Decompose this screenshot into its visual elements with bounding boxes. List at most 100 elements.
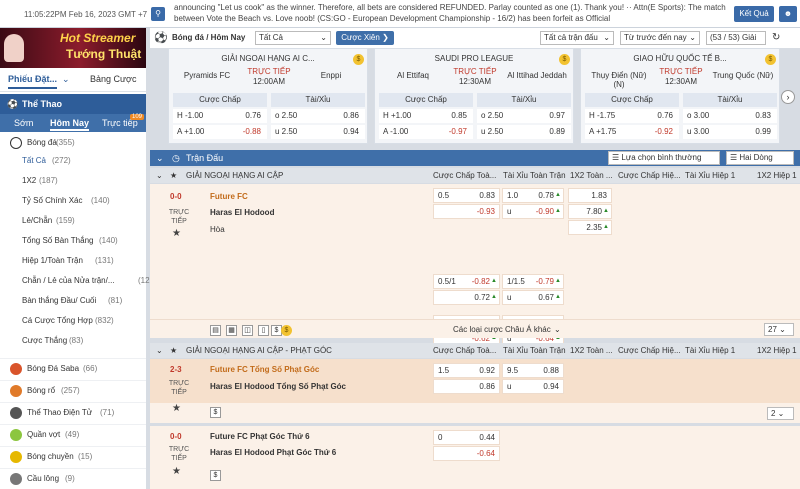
tv-icon[interactable]: ◫ — [242, 325, 253, 336]
odds-cell[interactable]: 1/1.5 -0.79 ▲ — [502, 274, 564, 289]
sidebar-item-sport[interactable]: Cầu lông (9) — [0, 468, 146, 488]
odds-cell[interactable]: o 3.00 0.83 — [683, 109, 777, 123]
time-sort-select[interactable]: Từ trước đến nay ⌄ — [620, 31, 700, 45]
lines-select[interactable]: ☰ Hai Dòng — [726, 151, 794, 165]
odds-cell[interactable]: 0.5 0.83 — [433, 188, 500, 203]
coin-icon[interactable]: $ — [281, 325, 292, 336]
submenu-item[interactable]: Chẵn / Lẻ của Nửa trận/... (121) — [0, 272, 157, 290]
odds-handicap: H -1.75 — [589, 111, 616, 120]
odds-cell[interactable]: A +1.75 -0.92 — [585, 125, 679, 139]
submenu-item[interactable]: Tổng Số Bàn Thắng (140) — [0, 232, 146, 250]
odds-cell[interactable]: u 0.67 ▲ — [502, 290, 564, 305]
user-icon[interactable]: ☻ — [779, 6, 797, 22]
odds-cell[interactable]: u 3.00 0.99 — [683, 125, 777, 139]
tab-mybets[interactable]: Bảng Cược — [90, 74, 136, 84]
submenu-item[interactable]: Bàn thắng Đầu/ Cuối (81) — [0, 292, 146, 310]
odds-cell[interactable]: 1.83 — [568, 188, 612, 203]
chart-icon[interactable]: ▯ — [258, 325, 269, 336]
odds-cell[interactable]: u 2.50 0.94 — [271, 125, 365, 139]
odds-cell[interactable]: o 2.50 0.86 — [271, 109, 365, 123]
star-icon[interactable]: ★ — [172, 228, 181, 239]
featured-match-card[interactable]: GIAO HỮU QUỐC TẾ B... $ Thụy Điển (Nữ) (N)… — [580, 48, 780, 144]
more-bets-count[interactable]: 27 ⌄ — [764, 323, 794, 336]
odds-cell[interactable]: H -1.00 0.76 — [173, 109, 267, 123]
odds-price: 0.83 — [479, 191, 495, 200]
odds-cell[interactable]: u 0.94 — [502, 379, 564, 394]
odds-cell[interactable]: 0.86 — [433, 379, 500, 394]
results-button[interactable]: Kết Quả — [734, 6, 774, 22]
star-icon[interactable]: ★ — [170, 168, 177, 183]
tab-early[interactable]: Sớm — [14, 118, 33, 128]
odds-cell[interactable]: -0.64 — [433, 446, 500, 461]
view-select[interactable]: ☰ Lựa chọn bình thường — [608, 151, 720, 165]
odds-line: 0.5/1 — [438, 277, 456, 286]
parlay-button[interactable]: Cược Xiên ❯ — [336, 31, 394, 45]
submenu-item[interactable]: Cược Thắng (83) — [0, 332, 146, 350]
submenu-item[interactable]: Tỷ Số Chính Xác (140) — [0, 192, 146, 210]
featured-match-card[interactable]: SAUDI PRO LEAGUE $ Al Ettifaq Al Ittihad Je… — [374, 48, 574, 144]
sidebar-item-sport[interactable]: Bóng Đá Saba (66) — [0, 358, 146, 378]
submenu-item[interactable]: Hiệp 1/Toàn Trận (131) — [0, 252, 146, 270]
star-icon[interactable]: ★ — [172, 403, 181, 414]
league-header[interactable]: ⌄ ★ GIẢI NGOẠI HẠNG AI CẬP Cược Chấp Toà… — [150, 168, 800, 183]
odds-cell[interactable]: 1.0 0.78 ▲ — [502, 188, 564, 203]
odds-line: 0.5 — [438, 191, 450, 200]
odds-cell[interactable]: H +1.00 0.85 — [379, 109, 473, 123]
col-1x2-h1: 1X2 Hiệp 1 — [757, 346, 797, 355]
submenu-count: (131) — [95, 256, 114, 265]
dollar-icon[interactable]: $ — [210, 470, 221, 481]
chevron-down-icon[interactable]: ⌄ — [156, 150, 164, 166]
odds-cell[interactable]: u 2.50 0.89 — [477, 125, 571, 139]
submenu-item[interactable]: Lẻ/Chẵn (159) — [0, 212, 146, 230]
league-count[interactable]: (53 / 53) Giải — [706, 31, 766, 45]
odds-cell[interactable]: -0.93 — [433, 204, 500, 219]
odds-cell[interactable]: 0.5/1 -0.82 ▲ — [433, 274, 500, 289]
sidebar-item-soccer[interactable]: Bóng đá (355) — [0, 134, 146, 152]
card-market-ou: Tài/Xỉu — [271, 93, 365, 107]
odds-cell[interactable]: H -1.75 0.76 — [585, 109, 679, 123]
tab-today[interactable]: Hôm Nay — [50, 118, 90, 131]
odds-cell[interactable]: o 2.50 0.97 — [477, 109, 571, 123]
star-icon[interactable]: ★ — [172, 466, 181, 477]
submenu-item[interactable]: Tất Cả (272) — [0, 152, 146, 170]
sidebar-item-sport[interactable]: Quần vợt (49) — [0, 424, 146, 444]
dollar-icon[interactable]: $ — [210, 407, 221, 418]
sidebar-item-sport[interactable]: Bóng rổ (257) — [0, 380, 146, 400]
odds-cell[interactable]: 0 0.44 — [433, 430, 500, 445]
odds-cell[interactable]: 1.5 0.92 — [433, 363, 500, 378]
odds-price: -0.88 — [242, 127, 261, 136]
more-bets-count[interactable]: 2 ⌄ — [767, 407, 794, 420]
sidebar-item-sport[interactable]: Thể Thao Điện Tử (71) — [0, 402, 146, 422]
odds-cell[interactable]: 0.72 ▲ — [433, 290, 500, 305]
refresh-icon[interactable]: ↻ — [772, 32, 780, 43]
coin-icon[interactable]: $ — [765, 54, 776, 65]
next-arrow-icon[interactable]: › — [781, 90, 795, 104]
tab-betslip[interactable]: Phiếu Đặt... — [8, 74, 58, 89]
chevron-down-icon[interactable]: ⌄ — [554, 325, 561, 334]
odds-cell[interactable]: u -0.90 ▲ — [502, 204, 564, 219]
odds-cell[interactable]: A -1.00 -0.97 — [379, 125, 473, 139]
odds-cell[interactable]: 9.5 0.88 — [502, 363, 564, 378]
submenu-label: 1X2 — [22, 176, 37, 185]
league-header[interactable]: ⌄ ★ GIẢI NGOẠI HẠNG AI CẬP - PHẠT GÓC Cư… — [150, 343, 800, 358]
odds-cell[interactable]: A +1.00 -0.88 — [173, 125, 267, 139]
featured-match-card[interactable]: GIẢI NGOẠI HẠNG AI C... $ Pyramids FC Enppi… — [168, 48, 368, 144]
submenu-item[interactable]: 1X2 (187) — [0, 172, 146, 190]
coin-icon[interactable]: $ — [353, 54, 364, 65]
coin-icon[interactable]: $ — [559, 54, 570, 65]
promo-banner[interactable]: Hot Streamer Tướng Thuật — [0, 28, 146, 68]
market-filter-select[interactable]: Tất Cả ⌄ — [255, 31, 331, 45]
submenu-label: Chẵn / Lẻ của Nửa trận/... — [22, 276, 115, 285]
time-tabs: Sớm Hôm Nay Trực tiếp 109 — [0, 114, 146, 132]
sidebar-item-sport[interactable]: Bóng chuyền (15) — [0, 446, 146, 466]
odds-cell[interactable]: 2.35 ▲ — [568, 220, 612, 235]
chevron-down-icon[interactable]: ⌄ — [62, 74, 70, 85]
field-icon[interactable]: ▦ — [226, 325, 237, 336]
stats-icon[interactable]: ▤ — [210, 325, 221, 336]
search-icon[interactable]: ⚲ — [151, 7, 165, 21]
submenu-item[interactable]: Cá Cược Tổng Hợp (832) — [0, 312, 146, 330]
match-sort-select[interactable]: Tất cả trận đấu ⌄ — [540, 31, 614, 45]
more-asian-bets-link[interactable]: Các loại cược Châu Á khác — [453, 325, 551, 334]
star-icon[interactable]: ★ — [170, 343, 177, 358]
odds-cell[interactable]: 7.80 ▲ — [568, 204, 612, 219]
